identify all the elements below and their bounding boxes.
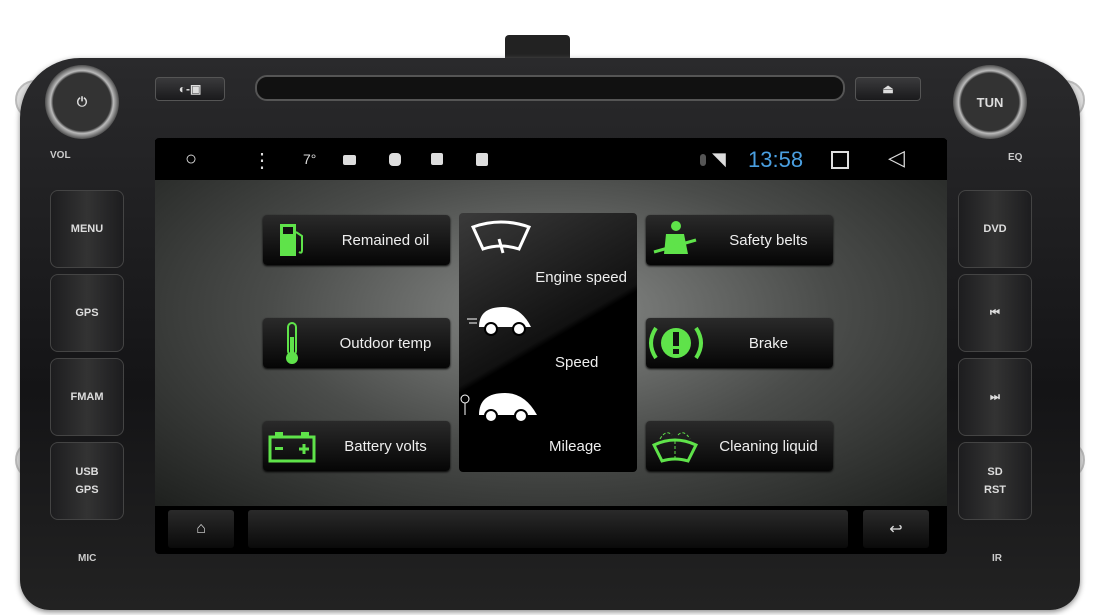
previous-track-icon: ⏮ bbox=[990, 307, 1000, 319]
thermometer-icon bbox=[263, 321, 321, 365]
home-circle-icon[interactable]: ○ bbox=[185, 148, 197, 171]
mileage-label: Mileage bbox=[549, 438, 602, 455]
video-icon bbox=[343, 155, 356, 165]
temperature: 7° bbox=[303, 151, 317, 167]
gauge-icon bbox=[470, 220, 532, 254]
bottom-bar bbox=[248, 510, 848, 548]
wifi-icon: ◥ bbox=[712, 149, 726, 169]
power-knob[interactable]: ⏻ bbox=[45, 65, 119, 139]
eq-label: EQ bbox=[1008, 152, 1023, 163]
next-track-icon: ⏭ bbox=[990, 391, 1000, 403]
tile-battery-volts[interactable]: Battery volts bbox=[263, 421, 450, 471]
ir-label: IR bbox=[992, 553, 1002, 564]
tile-outdoor-temp[interactable]: Outdoor temp bbox=[263, 318, 450, 368]
bluetooth-icon bbox=[700, 154, 706, 166]
speed-label: Speed bbox=[555, 354, 599, 371]
washer-fluid-icon bbox=[646, 427, 704, 465]
fuel-pump-icon bbox=[263, 222, 321, 258]
tune-knob[interactable]: TUN bbox=[953, 65, 1027, 139]
notification-icon bbox=[389, 153, 401, 166]
back-triangle-icon[interactable]: ◁ bbox=[888, 145, 905, 171]
mic-label: MIC bbox=[78, 553, 97, 564]
next-button[interactable]: ⏭ bbox=[958, 358, 1032, 436]
fmam-button[interactable]: FMAM bbox=[50, 358, 124, 436]
tile-cleaning-liquid[interactable]: Cleaning liquid bbox=[646, 421, 833, 471]
clock: 13:58 bbox=[748, 147, 804, 172]
back-arrow-icon: ↩ bbox=[889, 521, 903, 538]
sd-rst-button[interactable]: SD RST bbox=[958, 442, 1032, 520]
gps-button[interactable]: GPS bbox=[50, 274, 124, 352]
seatbelt-icon bbox=[646, 220, 704, 260]
status-bar: ○ ⋮ 7° ◥ 13:58 ◁ bbox=[155, 140, 947, 180]
battery-icon bbox=[263, 429, 321, 463]
tile-remained-oil[interactable]: Remained oil bbox=[263, 215, 450, 265]
tile-driving-info[interactable]: Engine speed Speed Mileage bbox=[459, 213, 637, 472]
usb-gps-button[interactable]: USB GPS bbox=[50, 442, 124, 520]
engine-speed-label: Engine speed bbox=[535, 269, 627, 286]
back-button[interactable]: ↩ bbox=[863, 510, 929, 548]
disc-slot bbox=[255, 75, 845, 101]
tile-safety-belts[interactable]: Safety belts bbox=[646, 215, 833, 265]
clipboard-icon bbox=[476, 153, 488, 166]
car-mileage-icon bbox=[460, 393, 537, 423]
dvd-button[interactable]: DVD bbox=[958, 190, 1032, 268]
menu-button[interactable]: MENU bbox=[50, 190, 124, 268]
menu-dots-icon[interactable]: ⋮ bbox=[252, 148, 272, 173]
car-speed-icon bbox=[467, 307, 531, 336]
vol-label: VOL bbox=[50, 150, 71, 161]
previous-button[interactable]: ⏮ bbox=[958, 274, 1032, 352]
aux-button[interactable]: ◐-▣ bbox=[155, 77, 225, 101]
recent-apps-icon[interactable] bbox=[831, 151, 849, 169]
home-button[interactable]: ⌂ bbox=[168, 510, 234, 548]
eject-button[interactable]: ⏏ bbox=[855, 77, 921, 101]
power-icon: ⏻ bbox=[76, 94, 88, 109]
tile-brake[interactable]: Brake bbox=[646, 318, 833, 368]
home-icon: ⌂ bbox=[196, 520, 206, 537]
brake-warning-icon bbox=[646, 322, 704, 364]
screenshot-icon bbox=[431, 153, 443, 165]
